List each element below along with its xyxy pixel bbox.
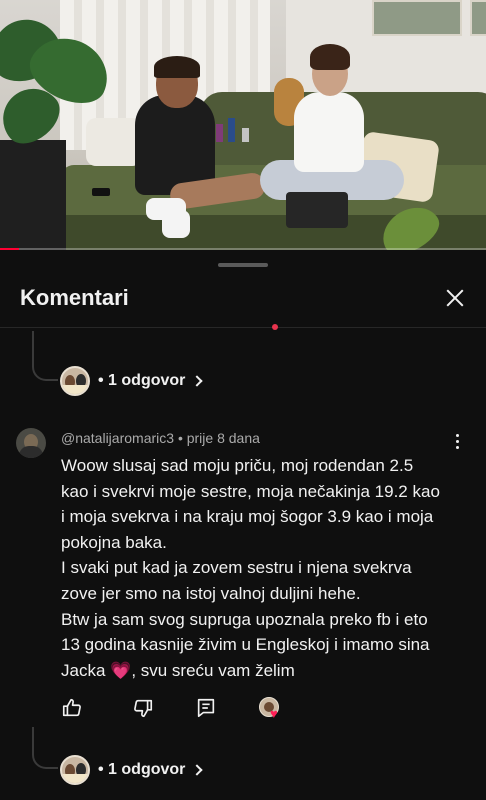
reply-count-label: • 1 odgovor (98, 761, 186, 778)
chevron-right-icon (191, 764, 204, 776)
close-icon[interactable] (440, 283, 470, 313)
comment-line: Woow slusaj sad moju priču, moj rodendan… (61, 456, 414, 475)
wall-picture (372, 0, 462, 36)
sock (162, 210, 190, 238)
woman-hair (310, 44, 350, 70)
thread-connector (32, 359, 58, 381)
sheet-header: Komentari (0, 275, 486, 327)
video-progress-bar[interactable] (0, 248, 486, 250)
video-player[interactable] (0, 0, 486, 250)
plant-pot (0, 140, 66, 250)
man-hair (154, 56, 200, 78)
thread-line (32, 331, 34, 361)
more-options-icon[interactable] (456, 434, 460, 450)
thread-line (32, 727, 34, 749)
comment-line: Jacka 💗, svu sreću vam želim (61, 658, 461, 684)
heart-emoji-icon: 💗 (110, 660, 132, 680)
comment-line-text: Jacka (61, 660, 111, 680)
comment-age: • prije 8 dana (177, 430, 260, 446)
tablet (286, 192, 348, 228)
comments-sheet: Komentari • 1 odgovor @natalijaromaric3 … (0, 253, 486, 800)
comment-line: i moja svekrva i na kraju moj šogor 3.9 … (61, 507, 434, 527)
drag-handle[interactable] (218, 263, 268, 267)
thumbs-down-icon[interactable] (132, 697, 154, 719)
comment-author[interactable]: @natalijaromaric3 (61, 430, 174, 446)
chevron-right-icon (191, 375, 204, 387)
creator-avatar (60, 366, 90, 396)
view-replies-button[interactable]: • 1 odgovor (60, 754, 204, 786)
comment-text: Woow slusaj sad moju priču, moj rodendan… (61, 453, 461, 683)
phone (92, 188, 110, 196)
comment-meta: @natalijaromaric3 • prije 8 dana (61, 430, 260, 446)
reply-comment-icon[interactable] (195, 697, 217, 719)
comment-line: Btw ja sam svog supruga upoznala preko f… (61, 609, 428, 629)
header-divider (0, 327, 486, 328)
side-table-items (212, 112, 272, 142)
partial-heart-icon (272, 324, 278, 330)
view-replies-button[interactable]: • 1 odgovor (60, 365, 204, 397)
comment-actions: ♥ (61, 697, 301, 721)
comment-line: zove jer smo na istoj valnoj duljini heh… (61, 583, 361, 603)
thumbs-up-icon[interactable] (61, 697, 83, 719)
comment-line: I svaki put kad ja zovem sestru i njena … (61, 558, 412, 578)
comment-line: kao i svekrvi moje sestre, moja nečakinj… (61, 481, 440, 501)
thread-connector (32, 747, 58, 769)
wall-picture (470, 0, 486, 36)
heart-icon: ♥ (270, 706, 278, 721)
woman (294, 92, 364, 172)
video-progress-fill (0, 248, 20, 250)
creator-heart-icon[interactable]: ♥ (259, 697, 285, 721)
sheet-title: Komentari (20, 285, 129, 310)
avatar[interactable] (16, 428, 46, 458)
reply-count-label: • 1 odgovor (98, 372, 186, 389)
comment-line: pokojna baka. (61, 532, 167, 552)
creator-avatar (60, 755, 90, 785)
comment-line: 13 godina kasnije živim u Engleskoj i im… (61, 635, 430, 655)
comment-line-text: , svu sreću vam želim (131, 660, 295, 680)
pillow (86, 118, 142, 166)
